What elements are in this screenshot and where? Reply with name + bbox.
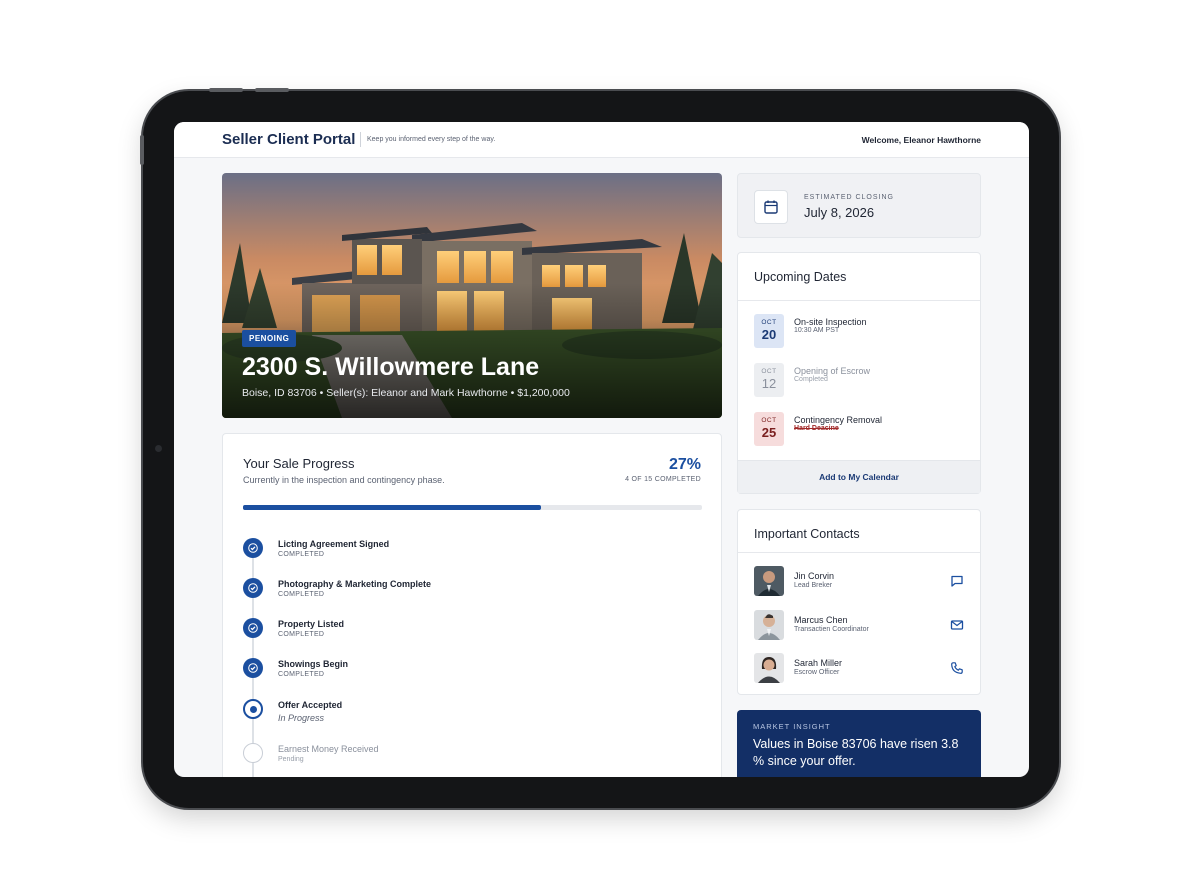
step-label: Earnest Money Received [278,744,379,754]
step-status: In Progress [278,713,325,723]
insight-text: Values in Boise 83706 have risen 3.8 % s… [753,737,959,768]
property-hero: PENOING 2300 S. Willowmere Lane Boise, I… [222,173,722,418]
step-status: COMPLETED [278,631,325,638]
date-month: OCT [761,319,777,326]
date-day: 25 [761,425,777,440]
add-to-calendar-button[interactable]: Add to My Calendar [738,460,980,493]
contact-name: Sarah Miller [794,658,843,668]
contact-role: Transactien Coordinator [794,626,869,633]
important-contacts-card: Important Contacts Jin Corvin Lead Breke… [737,509,981,695]
step-label: Showings Begin [278,659,349,669]
market-insight-card[interactable]: MARKET INSIGHT Values in Boise 83706 hav… [737,710,981,777]
check-icon [243,658,263,678]
step-status: COMPLETED [278,591,325,598]
divider [738,552,980,553]
date-month: OCT [761,368,777,375]
progress-step[interactable]: Licting Agreement Signed COMPLETED [243,538,643,568]
progress-count: 4 OF 15 COMPLETED [625,476,701,483]
brand-title[interactable]: Seller Client Portal [222,131,355,148]
avatar [754,653,784,683]
tablet-power-button [255,88,289,92]
top-bar: Seller Client Portal Keep you informed e… [174,122,1029,158]
date-month: OCT [761,417,777,424]
date-chip: OCT 25 [754,412,784,446]
contact-name: Marcus Chen [794,615,848,625]
step-label: Licting Agreement Signed [278,539,390,549]
contact-name: Jin Corvin [794,571,835,581]
date-subtitle: Completed [794,376,828,383]
property-details: Boise, ID 83706 • Seller(s): Eleanor and… [242,387,570,399]
contacts-title: Important Contacts [754,527,860,541]
date-item[interactable]: OCT 25 Contingency Removal Hard Deacine [754,412,974,446]
estimated-closing-card: ESTIMATED CLOSING July 8, 2026 [737,173,981,238]
contact-row[interactable]: Sarah Miller Escrow Officer [754,653,966,683]
divider [738,300,980,301]
step-status: COMPLETED [278,551,325,558]
date-chip: OCT 20 [754,314,784,348]
progress-bar-fill [243,505,542,510]
check-icon [243,578,263,598]
progress-step[interactable]: Photography & Marketing Complete COMPLET… [243,578,643,608]
avatar [754,566,784,596]
progress-percent: 27% [668,456,701,473]
progress-title: Your Sale Progress [243,456,355,471]
date-subtitle: Hard Deacine [794,425,839,432]
step-label: Property Listed [278,619,345,629]
sale-progress-card: Your Sale Progress Currently in the insp… [222,433,722,777]
calendar-icon [754,190,788,224]
date-item[interactable]: OCT 12 Opening of Escrow Completed [754,363,974,397]
step-status: COMPLETED [278,671,325,678]
brand-tagline: Keep you informed every step of the way. [360,132,495,147]
date-item[interactable]: OCT 20 On-site Inspection 10:30 AM PST [754,314,974,348]
tablet-volume-button [209,88,243,92]
in-progress-icon [243,699,263,719]
contact-role: Lead Breker [794,582,833,589]
check-icon [243,618,263,638]
date-day: 12 [761,376,777,391]
progress-step[interactable]: Showings Begin COMPLETED [243,658,643,688]
progress-step-current[interactable]: Offer Accepted In Progress [243,699,643,729]
welcome-user[interactable]: Welcome, Eleanor Hawthorne [862,135,981,145]
step-label: Offer Accepted [278,700,343,710]
upcoming-dates-title: Upcoming Dates [754,270,847,284]
progress-step[interactable]: Property Listed COMPLETED [243,618,643,648]
tablet-side-button [140,135,144,165]
mail-icon[interactable] [948,616,966,634]
chat-icon[interactable] [948,572,966,590]
date-chip: OCT 12 [754,363,784,397]
progress-step-pending[interactable]: Earnest Money Received Pending [243,743,643,773]
step-status: Pending [278,756,304,763]
closing-date: July 8, 2026 [804,205,875,220]
progress-subtitle: Currently in the inspection and continge… [243,475,445,485]
check-icon [243,538,263,558]
avatar [754,610,784,640]
tablet-camera [155,445,162,452]
phone-icon[interactable] [948,659,966,677]
closing-label: ESTIMATED CLOSING [804,194,894,201]
progress-bar [243,505,702,510]
date-title: Contingency Removal [794,415,883,425]
contact-row[interactable]: Jin Corvin Lead Breker [754,566,966,596]
contact-row[interactable]: Marcus Chen Transactien Coordinator [754,610,966,640]
portal-screen: Seller Client Portal Keep you informed e… [174,122,1029,777]
contact-role: Escrow Officer [794,669,840,676]
status-badge: PENOING [242,330,297,347]
date-day: 20 [761,327,777,342]
upcoming-dates-card: Upcoming Dates OCT 20 On-site Inspection… [737,252,981,494]
insight-label: MARKET INSIGHT [753,722,831,731]
date-subtitle: 10:30 AM PST [794,327,840,334]
date-title: Opening of Escrow [794,366,871,376]
property-address: 2300 S. Willowmere Lane [242,353,540,381]
date-title: On-site Inspection [794,317,867,327]
pending-circle-icon [243,743,263,763]
step-label: Photography & Marketing Complete [278,579,432,589]
